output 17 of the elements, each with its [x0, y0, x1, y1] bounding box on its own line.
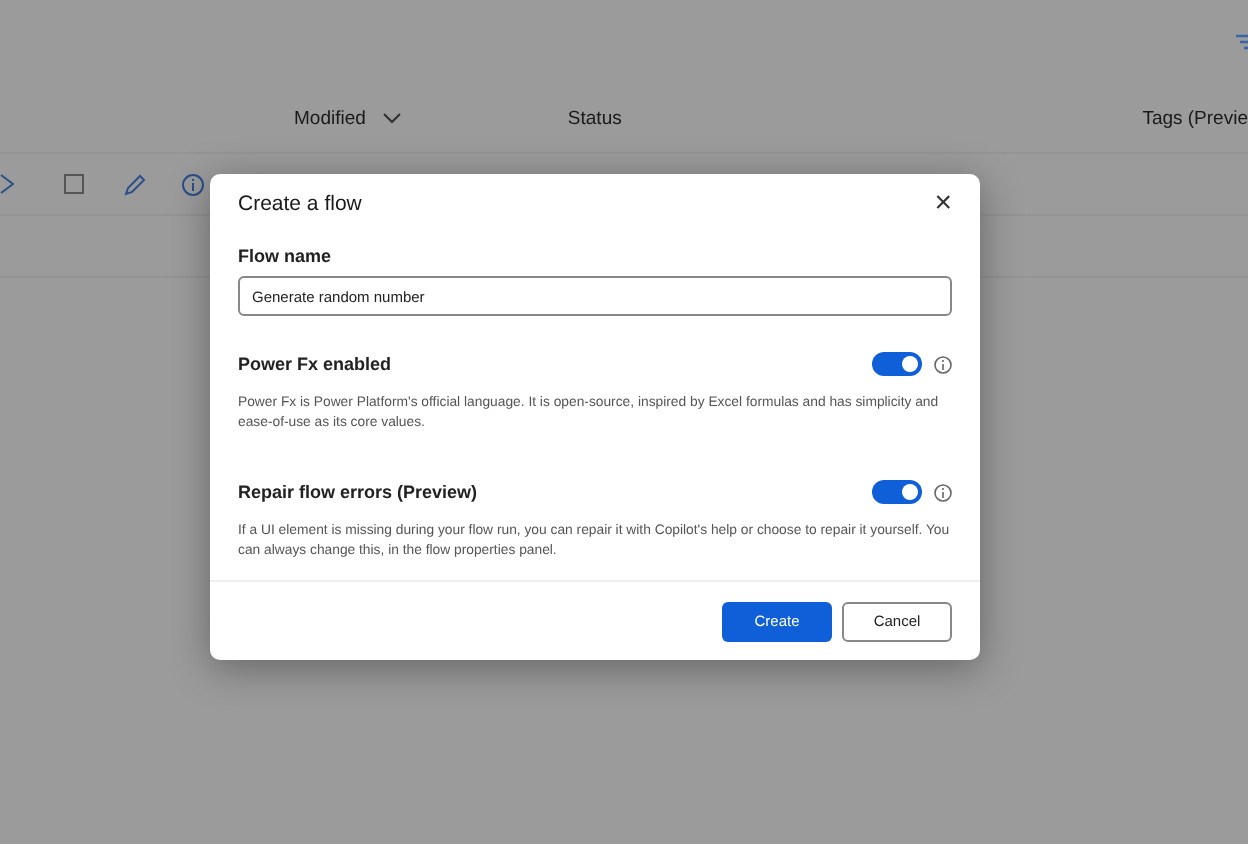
column-header[interactable]: Modified: [294, 107, 366, 129]
toggle-switch[interactable]: [872, 352, 922, 376]
info-icon[interactable]: [182, 173, 204, 195]
chevron-icon[interactable]: [381, 112, 402, 124]
pencil-icon[interactable]: [124, 173, 146, 195]
info-icon[interactable]: [934, 355, 952, 373]
play-icon[interactable]: [0, 174, 14, 194]
setting-label: Power Fx enabled: [238, 354, 394, 374]
dialog-title: Create a flow: [238, 191, 362, 215]
info-icon[interactable]: [934, 483, 952, 501]
toggle-switch[interactable]: [872, 480, 922, 504]
stop-icon[interactable]: [64, 174, 84, 194]
column-header[interactable]: Status: [567, 107, 622, 129]
close-button[interactable]: ×: [934, 188, 952, 218]
field-label: Flow name: [238, 246, 334, 266]
column-header[interactable]: Tags (Previe: [1142, 107, 1248, 129]
setting-label: Repair flow errors (Preview): [238, 482, 480, 502]
